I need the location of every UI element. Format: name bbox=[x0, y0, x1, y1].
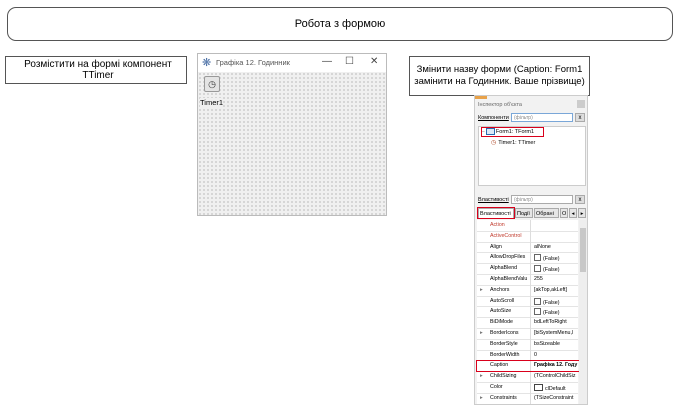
properties-tab-highlight-frame bbox=[477, 207, 515, 219]
object-inspector: Інспектор об'єкта Компоненти (фільтр) x … bbox=[474, 95, 588, 405]
property-value-text: alNone bbox=[534, 243, 551, 250]
components-filter-input[interactable]: (фільтр) bbox=[511, 113, 573, 122]
property-value-text: (False) bbox=[543, 256, 560, 263]
property-name: ChildSizing bbox=[490, 373, 517, 380]
property-value[interactable]: 255 bbox=[534, 276, 578, 282]
timer-component[interactable]: ◷ bbox=[204, 76, 220, 92]
property-name: BiDiMode bbox=[490, 319, 513, 326]
property-grid-scrollbar[interactable] bbox=[579, 220, 587, 404]
property-value-text: [biSystemMenu,l bbox=[534, 330, 574, 336]
property-name: BorderWidth bbox=[490, 351, 520, 358]
timer-tree-icon: ◷ bbox=[491, 140, 497, 146]
scrollbar-thumb[interactable] bbox=[580, 228, 586, 272]
property-name: Action bbox=[490, 222, 505, 228]
property-value[interactable]: clDefault bbox=[534, 384, 578, 392]
components-label: Компоненти bbox=[478, 115, 509, 121]
property-name: AlphaBlendValu bbox=[490, 276, 528, 282]
close-icon[interactable]: ✕ bbox=[370, 56, 378, 68]
task-rename-form-text: Змінити назву форми (Caption: Form1 замі… bbox=[414, 64, 585, 87]
property-row[interactable]: ▸ Constraints (TSizeConstraint bbox=[477, 393, 578, 404]
expand-icon[interactable]: ▸ bbox=[480, 395, 483, 401]
tree-item-timer1-label: Timer1: TTimer bbox=[498, 139, 536, 146]
property-value[interactable]: alNone bbox=[534, 244, 578, 250]
property-name: Color bbox=[490, 384, 503, 390]
property-value[interactable]: 0 bbox=[534, 352, 578, 358]
component-tree: − Form1: TForm1 ◷ Timer1: TTimer bbox=[478, 126, 586, 186]
tab-other[interactable]: О bbox=[560, 208, 568, 218]
task-place-timer-box: Розмістити на формі компонент TTimer bbox=[5, 56, 187, 84]
tabs-scroll-left-icon[interactable]: ◂ bbox=[569, 208, 577, 218]
inspector-tabs: Властивості Події Обрані О ◂ ▸ bbox=[477, 207, 587, 219]
property-name: Anchors bbox=[490, 286, 510, 293]
form-title: Графіка 12. Годинник bbox=[216, 58, 290, 67]
property-value-text: 0 bbox=[534, 351, 537, 358]
property-value[interactable]: (False) bbox=[534, 308, 578, 316]
properties-filter-input[interactable]: (фільтр) bbox=[511, 195, 573, 204]
property-name: AllowDropFiles bbox=[490, 254, 526, 261]
form-designer-window[interactable]: ❋ Графіка 12. Годинник — ☐ ✕ ◷ Timer1 bbox=[197, 53, 387, 216]
property-value-text: (False) bbox=[543, 299, 560, 306]
properties-label: Властивості bbox=[478, 197, 509, 203]
property-value-text: 255 bbox=[534, 276, 543, 282]
tabs-scroll-right-icon[interactable]: ▸ bbox=[578, 208, 586, 218]
property-grid-divider[interactable] bbox=[530, 220, 531, 404]
maximize-icon[interactable]: ☐ bbox=[345, 56, 354, 68]
form1-highlight-frame bbox=[481, 127, 544, 137]
color-swatch bbox=[534, 384, 543, 391]
caption-highlight-frame bbox=[476, 360, 580, 372]
slide-title-box: Робота з формою bbox=[7, 7, 673, 41]
property-name: AlphaBlend bbox=[490, 265, 518, 272]
slide-title: Робота з формою bbox=[294, 18, 386, 30]
property-value-text: (False) bbox=[543, 267, 560, 274]
tree-item-timer1[interactable]: ◷ Timer1: TTimer bbox=[491, 139, 536, 147]
inspector-title: Інспектор об'єкта bbox=[478, 102, 522, 108]
task-place-timer-text: Розмістити на формі компонент TTimer bbox=[24, 59, 172, 81]
form-app-icon: ❋ bbox=[202, 57, 212, 69]
property-value-text: (TControlChildSiz bbox=[534, 373, 576, 380]
expand-icon[interactable]: ▸ bbox=[480, 330, 483, 336]
property-value-text: [akTop,akLeft] bbox=[534, 286, 567, 293]
property-grid: Action ActiveControl Align alNone AllowDropF… bbox=[477, 220, 578, 404]
property-name: AutoScroll bbox=[490, 297, 515, 304]
task-rename-form-box: Змінити назву форми (Caption: Form1 замі… bbox=[409, 56, 590, 96]
property-name: ActiveControl bbox=[490, 232, 522, 239]
property-value[interactable]: [biSystemMenu,l bbox=[534, 330, 578, 336]
property-value[interactable]: bdLeftToRight bbox=[534, 319, 578, 325]
minimize-icon[interactable]: — bbox=[322, 56, 332, 68]
property-value[interactable]: (False) bbox=[534, 254, 578, 262]
tab-favorites[interactable]: Обрані bbox=[534, 208, 559, 218]
property-name: Constraints bbox=[490, 394, 517, 401]
form-titlebar[interactable]: ❋ Графіка 12. Годинник — ☐ ✕ bbox=[198, 54, 386, 72]
property-value[interactable]: (TControlChildSiz bbox=[534, 373, 578, 379]
inspector-top-strip bbox=[475, 96, 487, 99]
property-value-text: clDefault bbox=[545, 386, 566, 392]
property-value-text: bdLeftToRight bbox=[534, 319, 567, 326]
property-name: BorderIcons bbox=[490, 330, 519, 336]
property-value-text: (TSizeConstraint bbox=[534, 394, 574, 401]
property-name: BorderStyle bbox=[490, 340, 518, 347]
clock-icon: ◷ bbox=[208, 78, 216, 89]
tab-events[interactable]: Події bbox=[515, 208, 533, 218]
property-value[interactable]: (False) bbox=[534, 297, 578, 306]
checkbox[interactable] bbox=[534, 308, 541, 316]
property-value[interactable]: bsSizeable bbox=[534, 341, 578, 347]
checkbox[interactable] bbox=[534, 254, 541, 262]
inspector-close-button[interactable] bbox=[577, 100, 585, 108]
property-value[interactable]: (False) bbox=[534, 265, 578, 273]
checkbox[interactable] bbox=[534, 265, 541, 273]
property-value[interactable]: [akTop,akLeft] bbox=[534, 287, 578, 293]
property-value-text: bsSizeable bbox=[534, 340, 560, 347]
property-value[interactable]: (TSizeConstraint bbox=[534, 395, 578, 401]
expand-icon[interactable]: ▸ bbox=[480, 287, 483, 293]
checkbox[interactable] bbox=[534, 297, 541, 305]
expand-icon[interactable]: ▸ bbox=[480, 373, 483, 379]
timer-caption: Timer1 bbox=[200, 98, 224, 107]
form-client-area[interactable]: ◷ Timer1 bbox=[198, 72, 386, 215]
properties-clear-button[interactable]: x bbox=[575, 195, 585, 204]
property-name: AutoSize bbox=[490, 308, 512, 315]
property-name: Align bbox=[490, 243, 502, 250]
components-clear-button[interactable]: x bbox=[575, 113, 585, 122]
property-value-text: (False) bbox=[543, 310, 560, 317]
